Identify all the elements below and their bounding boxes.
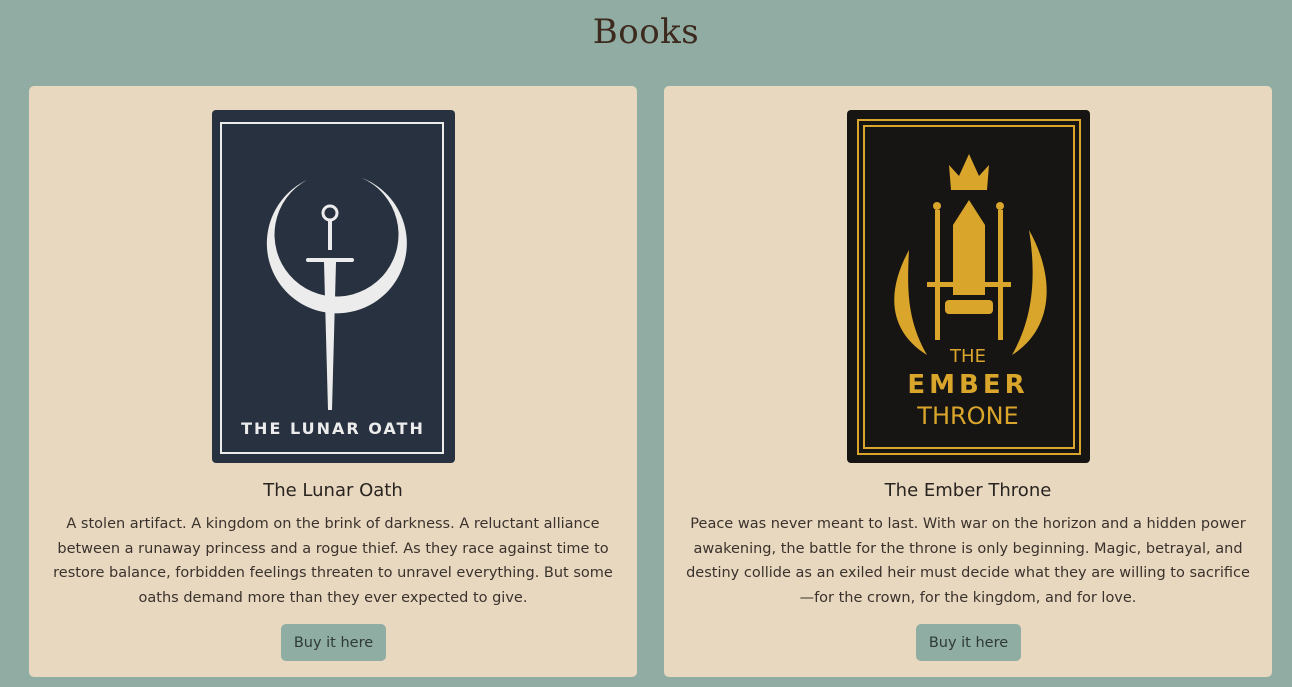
- page-title: Books: [592, 12, 700, 52]
- book-cover-image: THE EMBER THRONE: [847, 110, 1090, 463]
- book-title: The Ember Throne: [884, 480, 1052, 501]
- book-cover-image: THE LUNAR OATH: [212, 110, 455, 463]
- book-card: THE EMBER THRONE The Ember Throne Peace …: [664, 86, 1272, 677]
- book-title: The Lunar Oath: [263, 480, 403, 501]
- book-description: A stolen artifact. A kingdom on the brin…: [53, 516, 613, 606]
- cover-title-ember: EMBER: [907, 370, 1028, 400]
- cover-title: THE LUNAR OATH: [241, 419, 425, 438]
- buy-button[interactable]: Buy it here: [281, 624, 386, 661]
- cover-title-throne: THRONE: [916, 402, 1018, 430]
- book-card: THE LUNAR OATH The Lunar Oath A stolen a…: [29, 86, 637, 677]
- book-description: Peace was never meant to last. With war …: [686, 516, 1250, 606]
- buy-button[interactable]: Buy it here: [916, 624, 1021, 661]
- cover-title-the: THE: [949, 346, 986, 367]
